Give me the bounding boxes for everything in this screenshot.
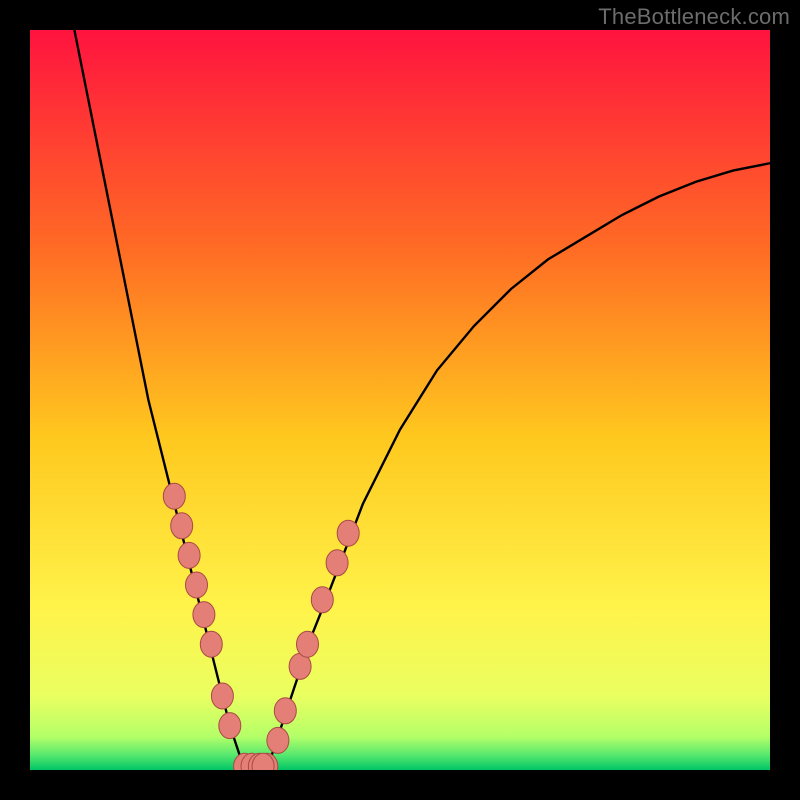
data-marker [211, 683, 233, 709]
data-marker [326, 550, 348, 576]
watermark-text: TheBottleneck.com [598, 4, 790, 30]
plot-area [30, 30, 770, 770]
data-marker [267, 727, 289, 753]
data-marker [297, 631, 319, 657]
gradient-background [30, 30, 770, 770]
data-marker [274, 698, 296, 724]
data-marker [193, 602, 215, 628]
data-marker [337, 520, 359, 546]
data-marker [171, 513, 193, 539]
data-marker [219, 713, 241, 739]
data-marker [178, 542, 200, 568]
data-marker [163, 483, 185, 509]
chart-frame: TheBottleneck.com [0, 0, 800, 800]
chart-svg [30, 30, 770, 770]
data-marker [200, 631, 222, 657]
data-marker [186, 572, 208, 598]
data-marker [311, 587, 333, 613]
